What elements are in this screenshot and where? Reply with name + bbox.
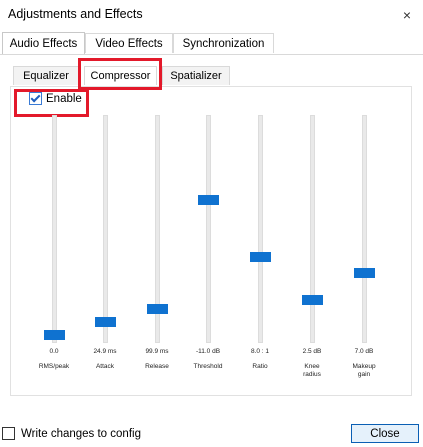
slider-thumb-makeup-gain[interactable]: [354, 268, 375, 278]
slider-thumb-knee-radius[interactable]: [302, 295, 323, 305]
slider-value-release: 99.9 ms: [145, 348, 169, 355]
close-button[interactable]: Close: [351, 424, 419, 443]
slider-thumb-attack[interactable]: [95, 317, 116, 327]
slider-value-attack: 24.9 ms: [93, 348, 117, 355]
slider-label-rms-peak: RMS/peak: [38, 363, 70, 370]
slider-value-makeup-gain: 7.0 dB: [354, 348, 374, 355]
slider-thumb-threshold[interactable]: [198, 195, 219, 205]
slider-thumb-rms-peak[interactable]: [44, 330, 65, 340]
write-config-checkbox[interactable]: Write changes to config: [0, 427, 141, 440]
subtab-equalizer[interactable]: Equalizer: [13, 66, 79, 85]
window-title: Adjustments and Effects: [8, 7, 143, 21]
enable-highlight: [14, 89, 89, 117]
slider-thumb-ratio[interactable]: [250, 252, 271, 262]
compressor-tab-highlight: [78, 58, 162, 90]
slider-value-rms-peak: 0.0: [49, 348, 59, 355]
slider-label-makeup-gain: Makeup gain: [352, 363, 376, 378]
slider-track-makeup-gain[interactable]: [362, 115, 367, 343]
subtab-spatializer[interactable]: Spatializer: [162, 66, 230, 85]
tab-video-effects[interactable]: Video Effects: [85, 33, 173, 53]
slider-track-threshold[interactable]: [206, 115, 211, 343]
slider-track-knee-radius[interactable]: [310, 115, 315, 343]
slider-track-attack[interactable]: [103, 115, 108, 343]
slider-thumb-release[interactable]: [147, 304, 168, 314]
slider-value-knee-radius: 2.5 dB: [302, 348, 322, 355]
tab-synchronization[interactable]: Synchronization: [173, 33, 274, 53]
checkbox-unchecked-icon[interactable]: [2, 427, 15, 440]
close-icon[interactable]: ×: [396, 5, 418, 25]
slider-label-ratio: Ratio: [252, 363, 268, 370]
slider-track-rms-peak[interactable]: [52, 115, 57, 343]
write-config-label: Write changes to config: [21, 427, 141, 440]
slider-label-release: Release: [145, 363, 169, 370]
slider-label-knee-radius: Knee radius: [303, 363, 321, 378]
title-bar: Adjustments and Effects ×: [0, 0, 423, 30]
slider-label-threshold: Threshold: [193, 363, 223, 370]
slider-track-ratio[interactable]: [258, 115, 263, 343]
slider-label-attack: Attack: [95, 363, 115, 370]
slider-value-ratio: 8.0 : 1: [250, 348, 270, 355]
tab-audio-effects[interactable]: Audio Effects: [2, 32, 85, 54]
slider-value-threshold: -11.0 dB: [195, 348, 221, 355]
